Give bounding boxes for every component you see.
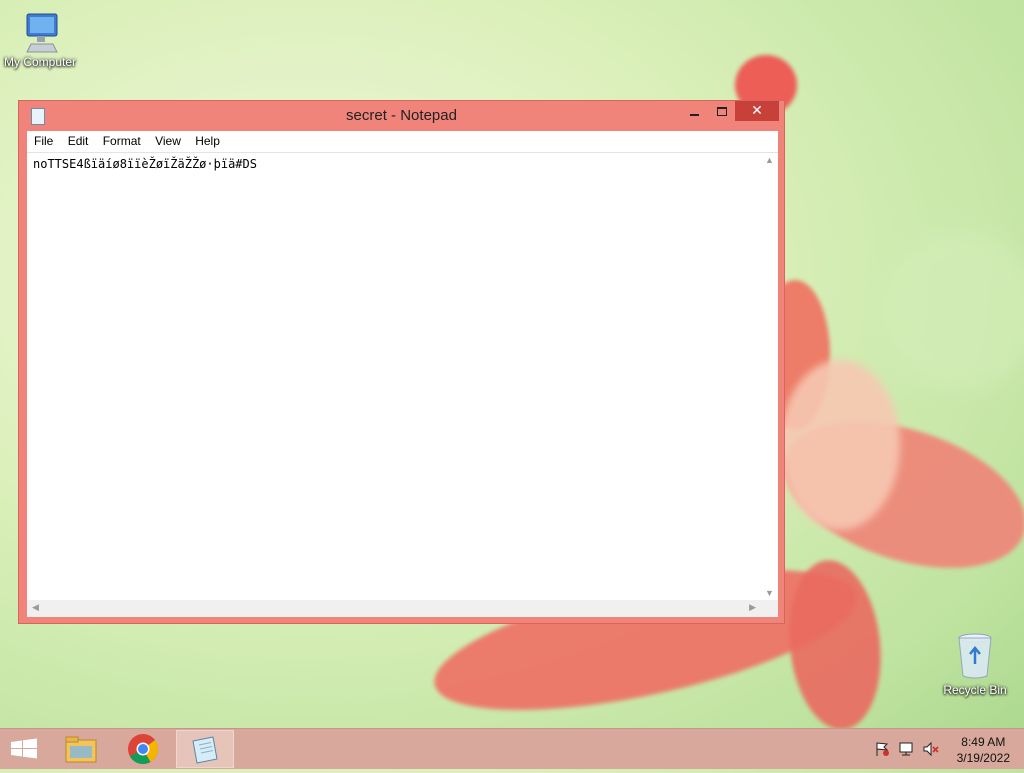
scroll-right-icon[interactable]: ▶ — [749, 602, 756, 613]
menu-edit[interactable]: Edit — [68, 131, 89, 148]
action-center-flag-icon[interactable] — [874, 741, 890, 760]
clock-date: 3/19/2022 — [956, 751, 1010, 765]
minimize-button[interactable] — [680, 101, 708, 121]
notepad-app-icon — [192, 736, 218, 764]
taskbar-notepad[interactable] — [176, 730, 234, 768]
scroll-left-icon[interactable]: ◀ — [32, 602, 39, 613]
window-title: secret - Notepad — [346, 107, 457, 124]
resize-grip-icon[interactable] — [761, 600, 778, 617]
menu-format[interactable]: Format — [103, 131, 141, 148]
close-button[interactable]: ✕ — [735, 101, 779, 121]
notepad-window[interactable]: secret - Notepad ✕ File Edit Format View… — [18, 100, 785, 624]
desktop-icon-label: My Computer — [3, 55, 77, 69]
vertical-scrollbar[interactable]: ▲ ▼ — [761, 153, 778, 600]
chrome-icon — [128, 734, 158, 765]
menu-help[interactable]: Help — [195, 131, 220, 148]
menu-file[interactable]: File — [34, 131, 53, 148]
taskbar: 8:49 AM 3/19/2022 — [0, 728, 1024, 769]
network-icon[interactable] — [898, 741, 916, 760]
document-text[interactable]: noTTSE4ßïäíø8ïïèŽøïŽäŽŽø·þïä#DS — [33, 157, 257, 171]
menu-view[interactable]: View — [155, 131, 181, 148]
recycle-bin-icon — [935, 630, 1015, 683]
menu-bar: File Edit Format View Help — [27, 131, 778, 153]
taskbar-file-explorer[interactable] — [52, 730, 110, 768]
computer-icon — [0, 8, 80, 57]
close-icon: ✕ — [751, 102, 763, 118]
desktop-icon-my-computer[interactable]: My Computer — [0, 8, 80, 69]
windows-logo-icon — [11, 738, 37, 759]
clock-time: 8:49 AM — [961, 735, 1006, 749]
taskbar-chrome[interactable] — [114, 730, 172, 768]
horizontal-scrollbar[interactable]: ◀ ▶ — [27, 600, 761, 617]
system-clock[interactable]: 8:49 AM 3/19/2022 — [957, 734, 1010, 766]
scroll-down-icon[interactable]: ▼ — [765, 588, 774, 598]
desktop-icon-label: Recycle Bin — [943, 683, 1007, 697]
title-bar[interactable]: secret - Notepad ✕ — [19, 101, 784, 131]
start-button[interactable] — [0, 730, 48, 768]
maximize-button[interactable] — [708, 101, 736, 121]
folder-icon — [65, 736, 97, 763]
desktop-icon-recycle-bin[interactable]: Recycle Bin — [935, 630, 1015, 697]
volume-muted-icon[interactable] — [922, 741, 940, 760]
scroll-up-icon[interactable]: ▲ — [765, 155, 774, 165]
text-editor-area[interactable]: noTTSE4ßïäíø8ïïèŽøïŽäŽŽø·þïä#DS ▲ ▼ ◀ ▶ — [27, 153, 778, 617]
